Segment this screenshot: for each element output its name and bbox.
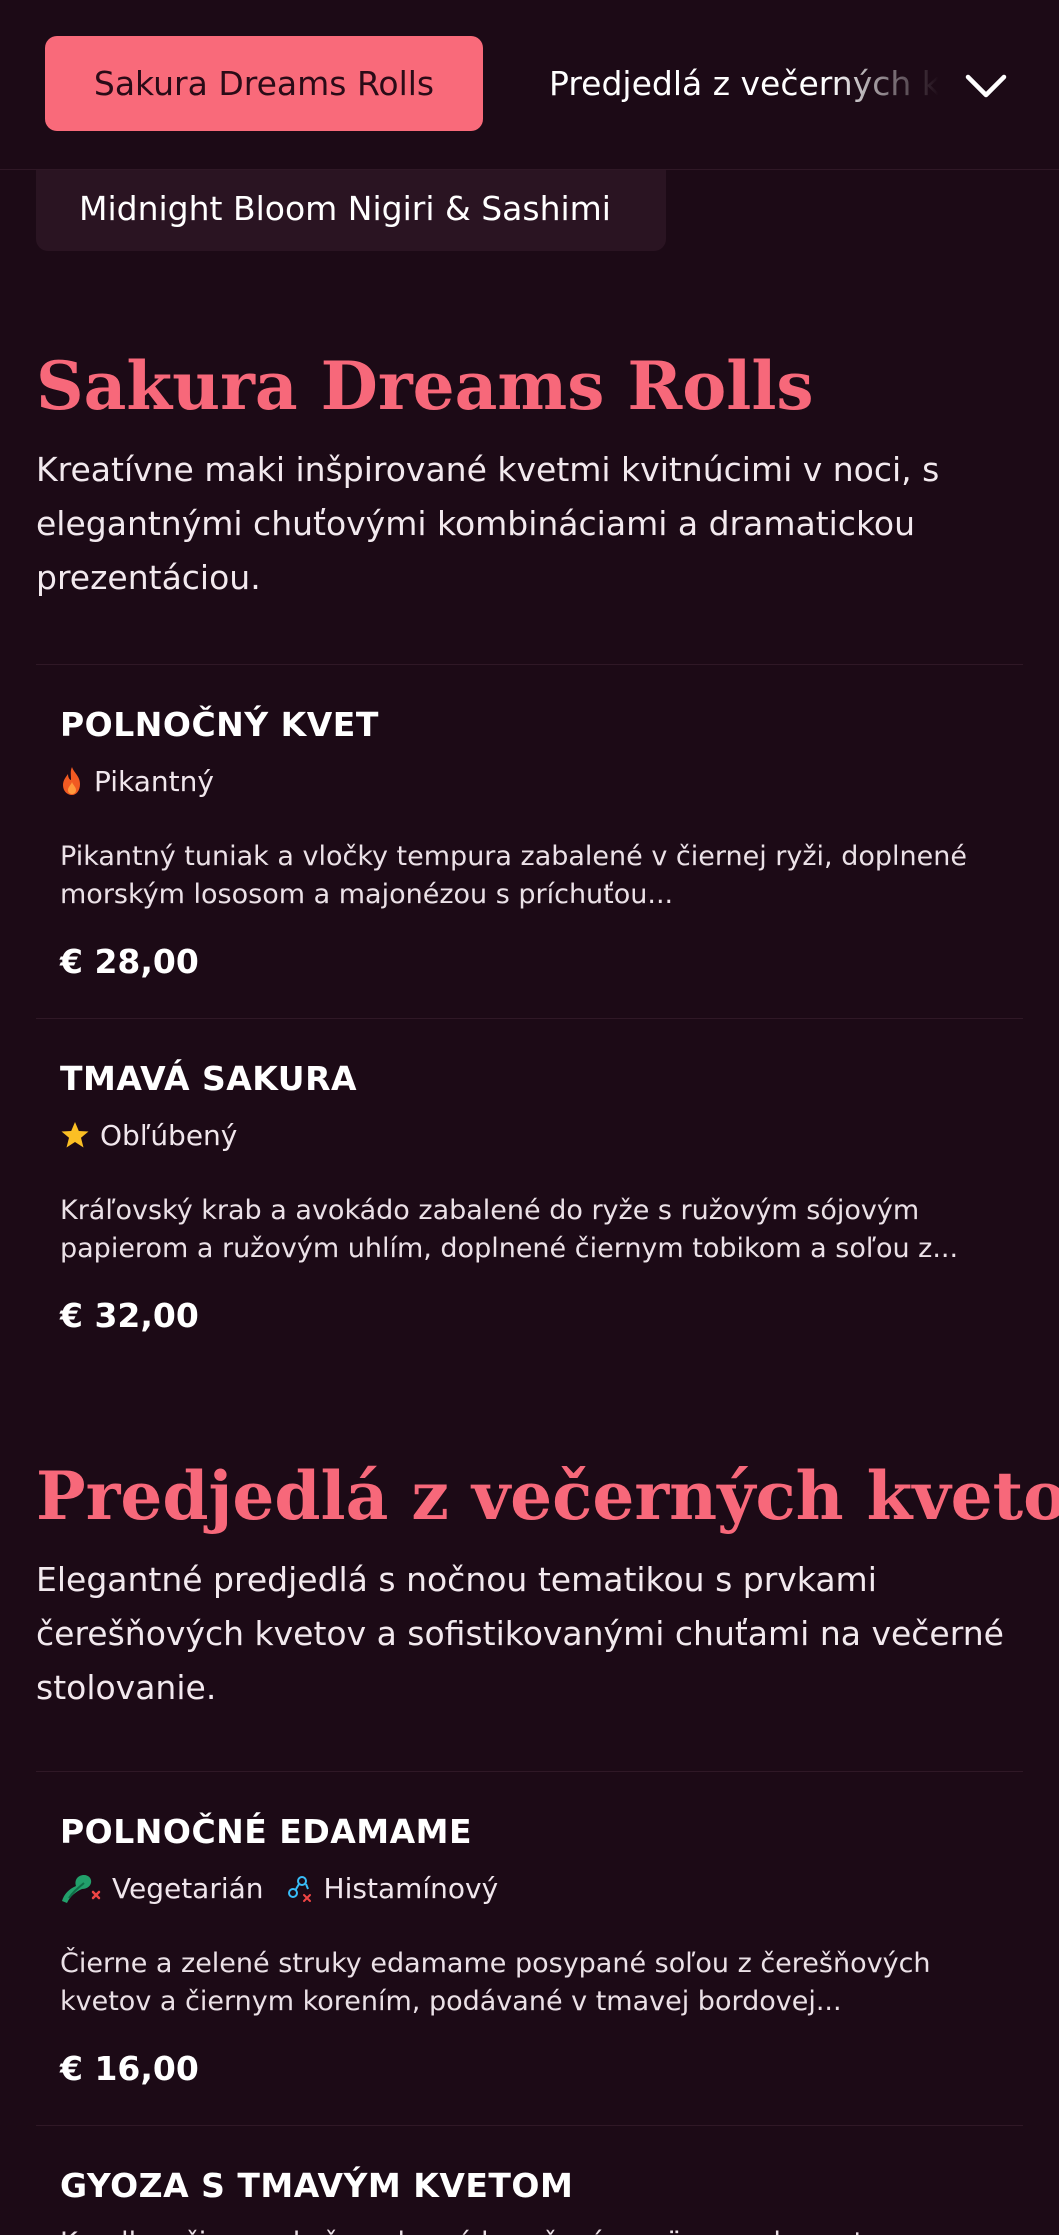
tag-histamine: Histamínový [284, 1871, 499, 1905]
item-description: Knedle s čiernou kožou plnené bravčovým … [60, 2224, 999, 2235]
tab-predjedla[interactable]: Predjedlá z večerných kvetov [549, 36, 939, 131]
tag-popular: Obľúbený [60, 1119, 237, 1152]
item-name: TMAVÁ SAKURA [60, 1059, 358, 1098]
chevron-down-icon[interactable] [960, 60, 1012, 112]
menu-item[interactable]: GYOZA S TMAVÝM KVETOM Knedle s čiernou k… [36, 2125, 1023, 2235]
vegetarian-icon [62, 1875, 101, 1904]
tag-label: Vegetarián [112, 1871, 264, 1905]
item-description: Čierne a zelené struky edamame posypané … [60, 1947, 931, 2017]
menu-item[interactable]: TMAVÁ SAKURA Obľúbený Kráľovský krab a a… [36, 1018, 1023, 1358]
item-name: GYOZA S TMAVÝM KVETOM [60, 2166, 574, 2205]
section-description: Kreatívne maki inšpirované kvetmi kvitnú… [36, 449, 940, 597]
section-title: Sakura Dreams Rolls [36, 347, 814, 425]
menu-section-sakura: Sakura Dreams Rolls Kreatívne maki inšpi… [36, 350, 1023, 605]
item-name: POLNOČNÉ EDAMAME [60, 1812, 473, 1851]
item-tags: Vegetarián Histamínový [60, 1872, 999, 1905]
tag-label: Pikantný [94, 764, 214, 798]
menu-item[interactable]: POLNOČNÝ KVET Pikantný Pikantný tuniak a… [36, 664, 1023, 1018]
item-price: € 28,00 [60, 941, 199, 981]
tag-label: Obľúbený [100, 1118, 238, 1152]
item-tags: Pikantný [60, 765, 999, 798]
item-tags: Obľúbený [60, 1119, 999, 1152]
flame-icon [63, 767, 80, 796]
item-price: € 32,00 [60, 1295, 199, 1335]
item-description: Kráľovský krab a avokádo zabalené do ryž… [60, 1194, 959, 1264]
menu-item[interactable]: POLNOČNÉ EDAMAME Vegetarián Histamínový … [36, 1771, 1023, 2125]
tab-sakura-dreams-rolls[interactable]: Sakura Dreams Rolls [45, 36, 483, 131]
histamine-icon [287, 1876, 311, 1903]
star-icon [61, 1122, 89, 1148]
tab-midnight-bloom[interactable]: Midnight Bloom Nigiri & Sashimi [36, 165, 666, 251]
tag-vegetarian: Vegetarián [60, 1872, 264, 1905]
tag-label: Histamínový [323, 1871, 499, 1905]
item-description: Pikantný tuniak a vločky tempura zabalen… [60, 840, 967, 910]
item-price: € 16,00 [60, 2048, 199, 2088]
category-nav: Sakura Dreams Rolls Predjedlá z večernýc… [0, 0, 1059, 170]
section-title: Predjedlá z večerných kvetov [36, 1457, 1059, 1535]
tag-spicy: Pikantný [60, 765, 214, 798]
item-name: POLNOČNÝ KVET [60, 705, 379, 744]
menu-section-predjedla: Predjedlá z večerných kvetov Elegantné p… [36, 1457, 1059, 1715]
section-description: Elegantné predjedlá s nočnou tematikou s… [36, 1559, 1004, 1707]
